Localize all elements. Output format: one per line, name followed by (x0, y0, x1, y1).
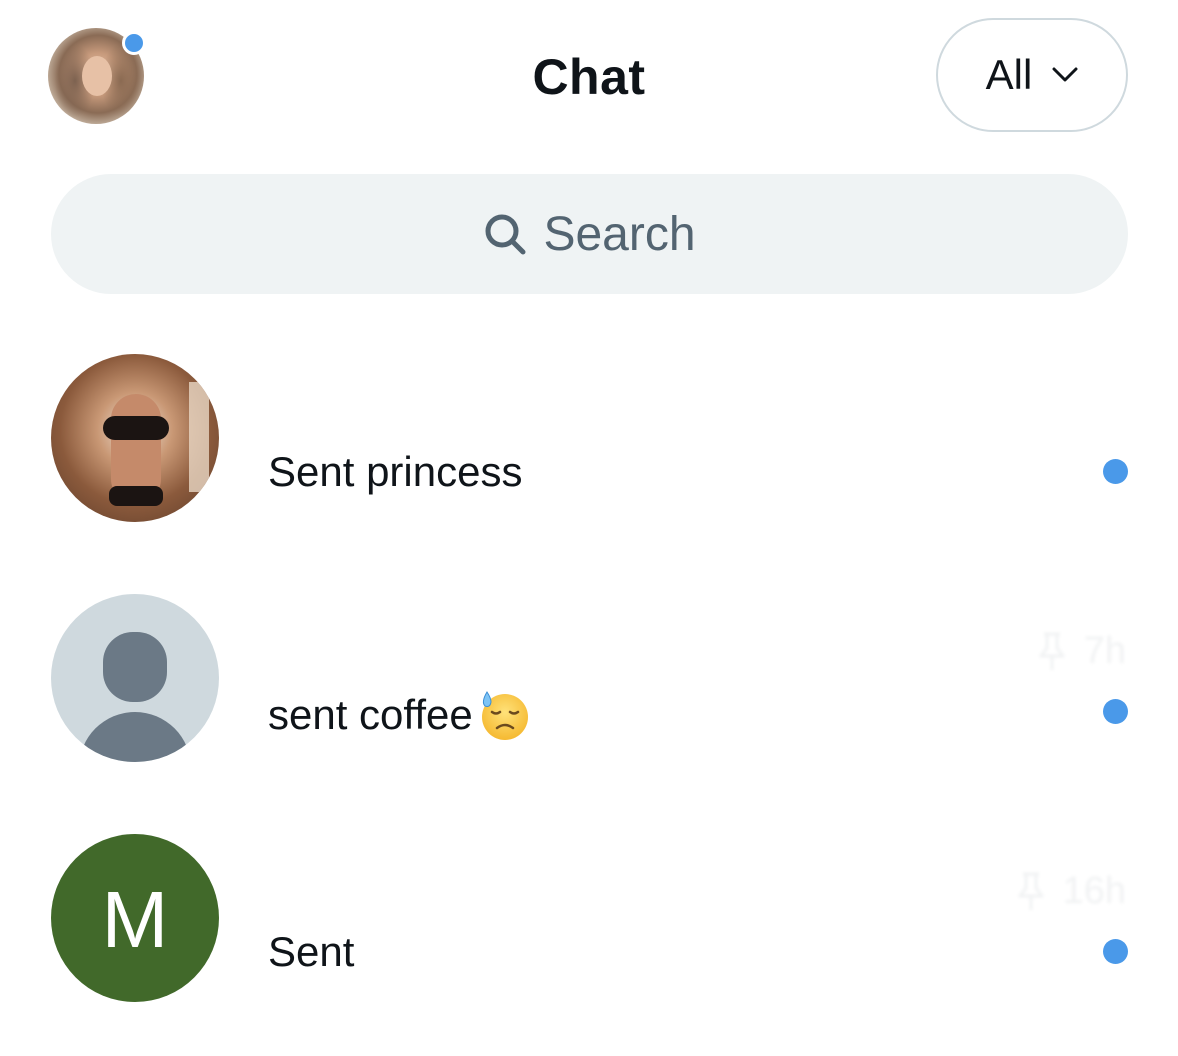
pin-icon (1039, 632, 1065, 670)
downcast-face-with-sweat-icon (481, 691, 528, 740)
message-text: Sent (268, 928, 355, 975)
unread-indicator (1103, 459, 1128, 484)
search-icon (485, 214, 526, 255)
chevron-down-icon (1052, 67, 1078, 82)
conversation-avatar[interactable] (51, 354, 219, 522)
search-input[interactable]: Search (51, 174, 1128, 294)
conversation-time: 16h (1062, 870, 1126, 912)
conversation-last-message: Sent princess (268, 448, 522, 496)
person-body (79, 712, 191, 762)
filter-label: All (985, 51, 1033, 98)
chat-screen: Chat All Search Sent princess 7h sent co… (0, 0, 1178, 1056)
conversation-last-message: Sent (268, 928, 354, 976)
conversation-meta: 16h (1017, 870, 1126, 913)
conversation-time: 7h (1083, 630, 1126, 672)
search-placeholder: Search (543, 207, 696, 261)
avatar-figure-bottom (109, 486, 163, 506)
unread-indicator (1103, 699, 1128, 724)
conversation-row[interactable]: 7h sent coffee (0, 594, 1178, 764)
conversation-meta: 7h (1038, 630, 1126, 673)
message-text: Sent princess (268, 448, 523, 495)
avatar-mirror (189, 382, 209, 492)
unread-indicator (1103, 939, 1128, 964)
filter-dropdown-button[interactable]: All (936, 18, 1128, 132)
avatar-figure-top (103, 416, 169, 440)
letter-avatar[interactable]: M (51, 834, 219, 1002)
message-text: sent coffee (268, 691, 473, 738)
default-person-icon[interactable] (51, 594, 219, 762)
person-head (103, 632, 167, 702)
conversation-row[interactable]: Sent princess (0, 354, 1178, 524)
pin-icon (1018, 872, 1044, 910)
conversation-last-message: sent coffee (268, 688, 531, 742)
conversation-row[interactable]: M 16h Sent (0, 834, 1178, 1004)
avatar-letter: M (101, 875, 169, 964)
